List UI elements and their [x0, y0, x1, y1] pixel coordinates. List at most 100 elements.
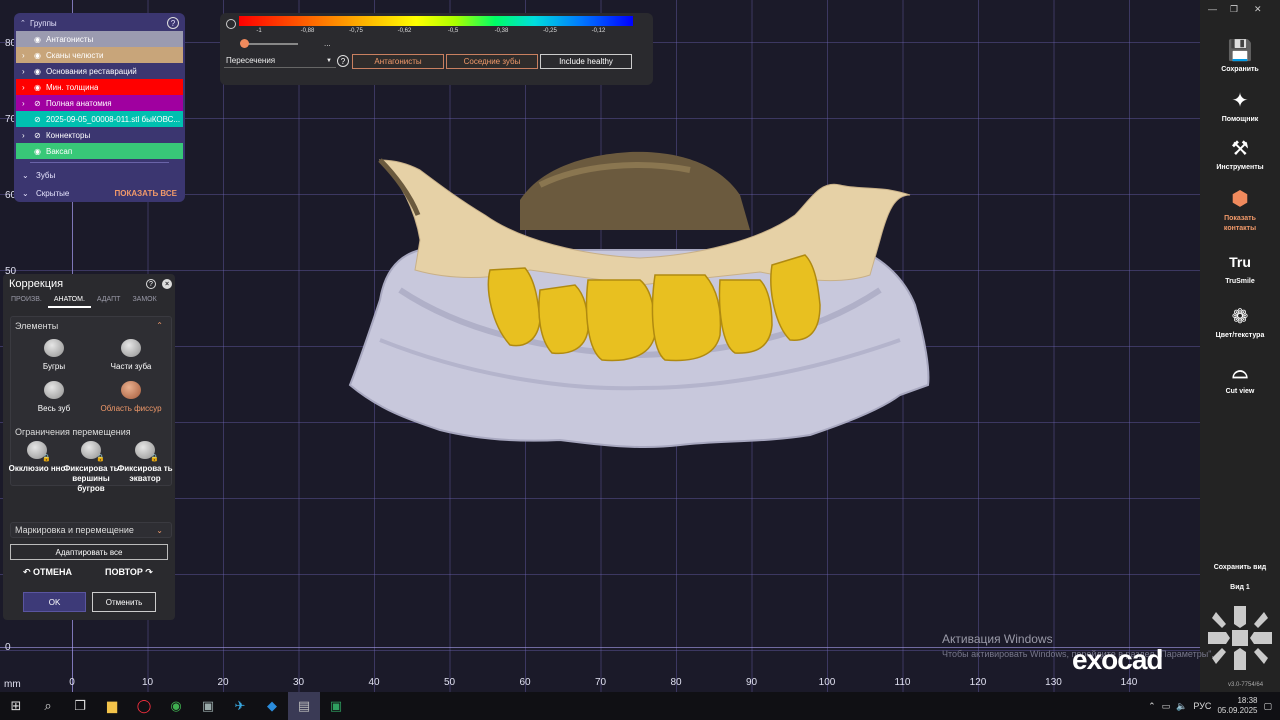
teeth-row[interactable]: ⌄ Зубы [14, 166, 185, 184]
mode-select[interactable]: Пересечения ▼ [224, 54, 336, 68]
color-texture-tool[interactable]: ❁ Цвет/текстура [1200, 304, 1280, 340]
axis-line-x [0, 647, 1200, 648]
exocad-taskbar-icon[interactable]: ▤ [288, 692, 320, 720]
wizard-tool[interactable]: ✦ Помощник [1200, 88, 1280, 124]
exo-app-icon[interactable]: ▣ [192, 692, 224, 720]
slider-track[interactable] [242, 43, 298, 45]
chevron-right-icon[interactable]: › [22, 67, 34, 76]
eye-off-icon[interactable]: ⊘ [34, 131, 46, 140]
telegram-icon[interactable]: ✈ [224, 692, 256, 720]
group-row[interactable]: ⊘ 2025-09-05_00008-011.stl быКОВС... [16, 111, 183, 127]
chevron-up-icon[interactable]: ⌃ [156, 321, 163, 330]
correction-tab[interactable]: АДАПТ [91, 294, 127, 308]
adapt-all-button[interactable]: Адаптировать все [10, 544, 168, 560]
nav-up-left[interactable] [1212, 612, 1226, 628]
undo-button[interactable]: ↶ ОТМЕНА [23, 567, 72, 578]
view-1-button[interactable]: Вид 1 [1200, 584, 1280, 591]
group-row[interactable]: › ⊘ Коннекторы [16, 127, 183, 143]
show-contacts-tool[interactable]: ⬢ Показать контакты [1200, 186, 1280, 234]
chevron-right-icon[interactable]: › [22, 131, 34, 140]
tools-tool[interactable]: ⚒ Инструменты [1200, 136, 1280, 172]
constraint-occlusal[interactable]: Окклюзио нно [7, 441, 67, 474]
correction-tab[interactable]: ПРОИЗВ. [5, 294, 48, 308]
help-icon[interactable]: ? [146, 279, 156, 289]
hidden-row[interactable]: ⌄ Скрытые ПОКАЗАТЬ ВСЕ [14, 184, 185, 202]
chevron-down-icon[interactable]: ⌄ [22, 171, 36, 180]
chevron-right-icon[interactable]: › [22, 51, 34, 60]
marking-section[interactable]: Маркировка и перемещение ⌄ [10, 522, 172, 538]
close-icon[interactable]: ✕ [1254, 4, 1262, 15]
nav-up-right[interactable] [1254, 612, 1268, 628]
eye-icon[interactable]: ◉ [34, 67, 46, 76]
tool-cusps[interactable]: Бугры [19, 339, 89, 371]
trusmile-tool[interactable]: Tru TruSmile [1200, 250, 1280, 285]
eye-icon[interactable]: ◉ [34, 51, 46, 60]
chrome-icon[interactable]: ◉ [160, 692, 192, 720]
save-view-button[interactable]: Сохранить вид [1200, 564, 1280, 571]
start-icon[interactable]: ⊞ [0, 692, 32, 720]
clock[interactable]: 18:38 05.09.2025 [1217, 696, 1257, 716]
nav-center[interactable] [1232, 630, 1248, 646]
help-icon[interactable]: ? [167, 17, 179, 29]
help-icon[interactable]: ? [337, 55, 349, 67]
group-row[interactable]: › ◉ Сканы челюсти [16, 47, 183, 63]
chevron-right-icon[interactable]: › [22, 99, 34, 108]
gauge-icon[interactable] [226, 19, 236, 29]
eye-off-icon[interactable]: ⊘ [34, 99, 46, 108]
eye-off-icon[interactable]: ⊘ [34, 115, 46, 124]
eye-icon[interactable]: ◉ [34, 83, 46, 92]
nav-down[interactable] [1234, 648, 1246, 670]
tool-tooth-parts[interactable]: Части зуба [96, 339, 166, 371]
correction-tab[interactable]: АНАТОМ. [47, 294, 91, 308]
group-row[interactable]: › ◉ Мин. толщина [16, 79, 183, 95]
include-healthy-button[interactable]: Include healthy [540, 54, 632, 69]
slider-handle[interactable] [240, 39, 249, 48]
nav-right[interactable] [1250, 632, 1272, 644]
tool-fissure-area[interactable]: Область фиссур [96, 381, 166, 413]
close-icon[interactable]: × [162, 279, 172, 289]
correction-tab[interactable]: ЗАМОК [126, 294, 162, 308]
nav-left[interactable] [1208, 632, 1230, 644]
nav-up[interactable] [1234, 606, 1246, 628]
navigation-cube[interactable] [1208, 606, 1272, 670]
task-view-icon[interactable]: ❐ [64, 692, 96, 720]
save-tool[interactable]: 💾 Сохранить [1200, 38, 1280, 74]
redo-button[interactable]: ПОВТОР ↷ [105, 567, 153, 578]
language-indicator[interactable]: РУС [1193, 701, 1211, 711]
dental-model[interactable] [340, 140, 940, 460]
groups-header[interactable]: ⌃ Группы ? [14, 15, 185, 31]
volume-icon[interactable]: 🔈 [1176, 701, 1187, 712]
eye-icon[interactable]: ◉ [34, 147, 46, 156]
group-row[interactable]: › ◉ Основания реставраций [16, 63, 183, 79]
antagonists-button[interactable]: Антагонисты [352, 54, 444, 69]
restore-icon[interactable]: ❐ [1230, 4, 1238, 15]
adjacent-teeth-button[interactable]: Соседние зубы [446, 54, 538, 69]
show-all-button[interactable]: ПОКАЗАТЬ ВСЕ [115, 189, 177, 198]
search-icon[interactable]: ⌕ [32, 692, 64, 720]
anydesk-icon[interactable]: ◆ [256, 692, 288, 720]
ok-button[interactable]: OK [23, 592, 86, 612]
cancel-button[interactable]: Отменить [92, 592, 156, 612]
tray-chevron-icon[interactable]: ⌃ [1148, 701, 1156, 712]
constraint-equator[interactable]: Фиксирова ть экватор [115, 441, 175, 484]
nav-down-left[interactable] [1212, 648, 1226, 664]
chevron-down-icon[interactable]: ⌄ [22, 189, 36, 198]
group-row[interactable]: › ⊘ Полная анатомия [16, 95, 183, 111]
notifications-icon[interactable]: ▢ [1263, 701, 1272, 712]
chevron-right-icon[interactable]: › [22, 83, 34, 92]
group-row[interactable]: ◉ Ваксап [16, 143, 183, 159]
group-row[interactable]: ◉ Антагонисты [16, 31, 183, 47]
nav-down-right[interactable] [1254, 648, 1268, 664]
chevron-down-icon[interactable]: ⌄ [156, 526, 171, 535]
constraint-cusp-tips[interactable]: Фиксирова ть вершины бугров [61, 441, 121, 494]
eye-icon[interactable]: ◉ [34, 35, 46, 44]
minimize-icon[interactable]: — [1208, 4, 1217, 14]
explorer-icon[interactable]: ▆ [96, 692, 128, 720]
cut-view-tool[interactable]: ⌓ Cut view [1200, 360, 1280, 396]
tool-whole-tooth[interactable]: Весь зуб [19, 381, 89, 413]
app-icon[interactable]: ▣ [320, 692, 352, 720]
chevron-up-icon[interactable]: ⌃ [20, 19, 30, 27]
network-icon[interactable]: ▭ [1162, 701, 1171, 712]
more-icon[interactable]: ... [324, 39, 331, 48]
opera-icon[interactable]: ◯ [128, 692, 160, 720]
